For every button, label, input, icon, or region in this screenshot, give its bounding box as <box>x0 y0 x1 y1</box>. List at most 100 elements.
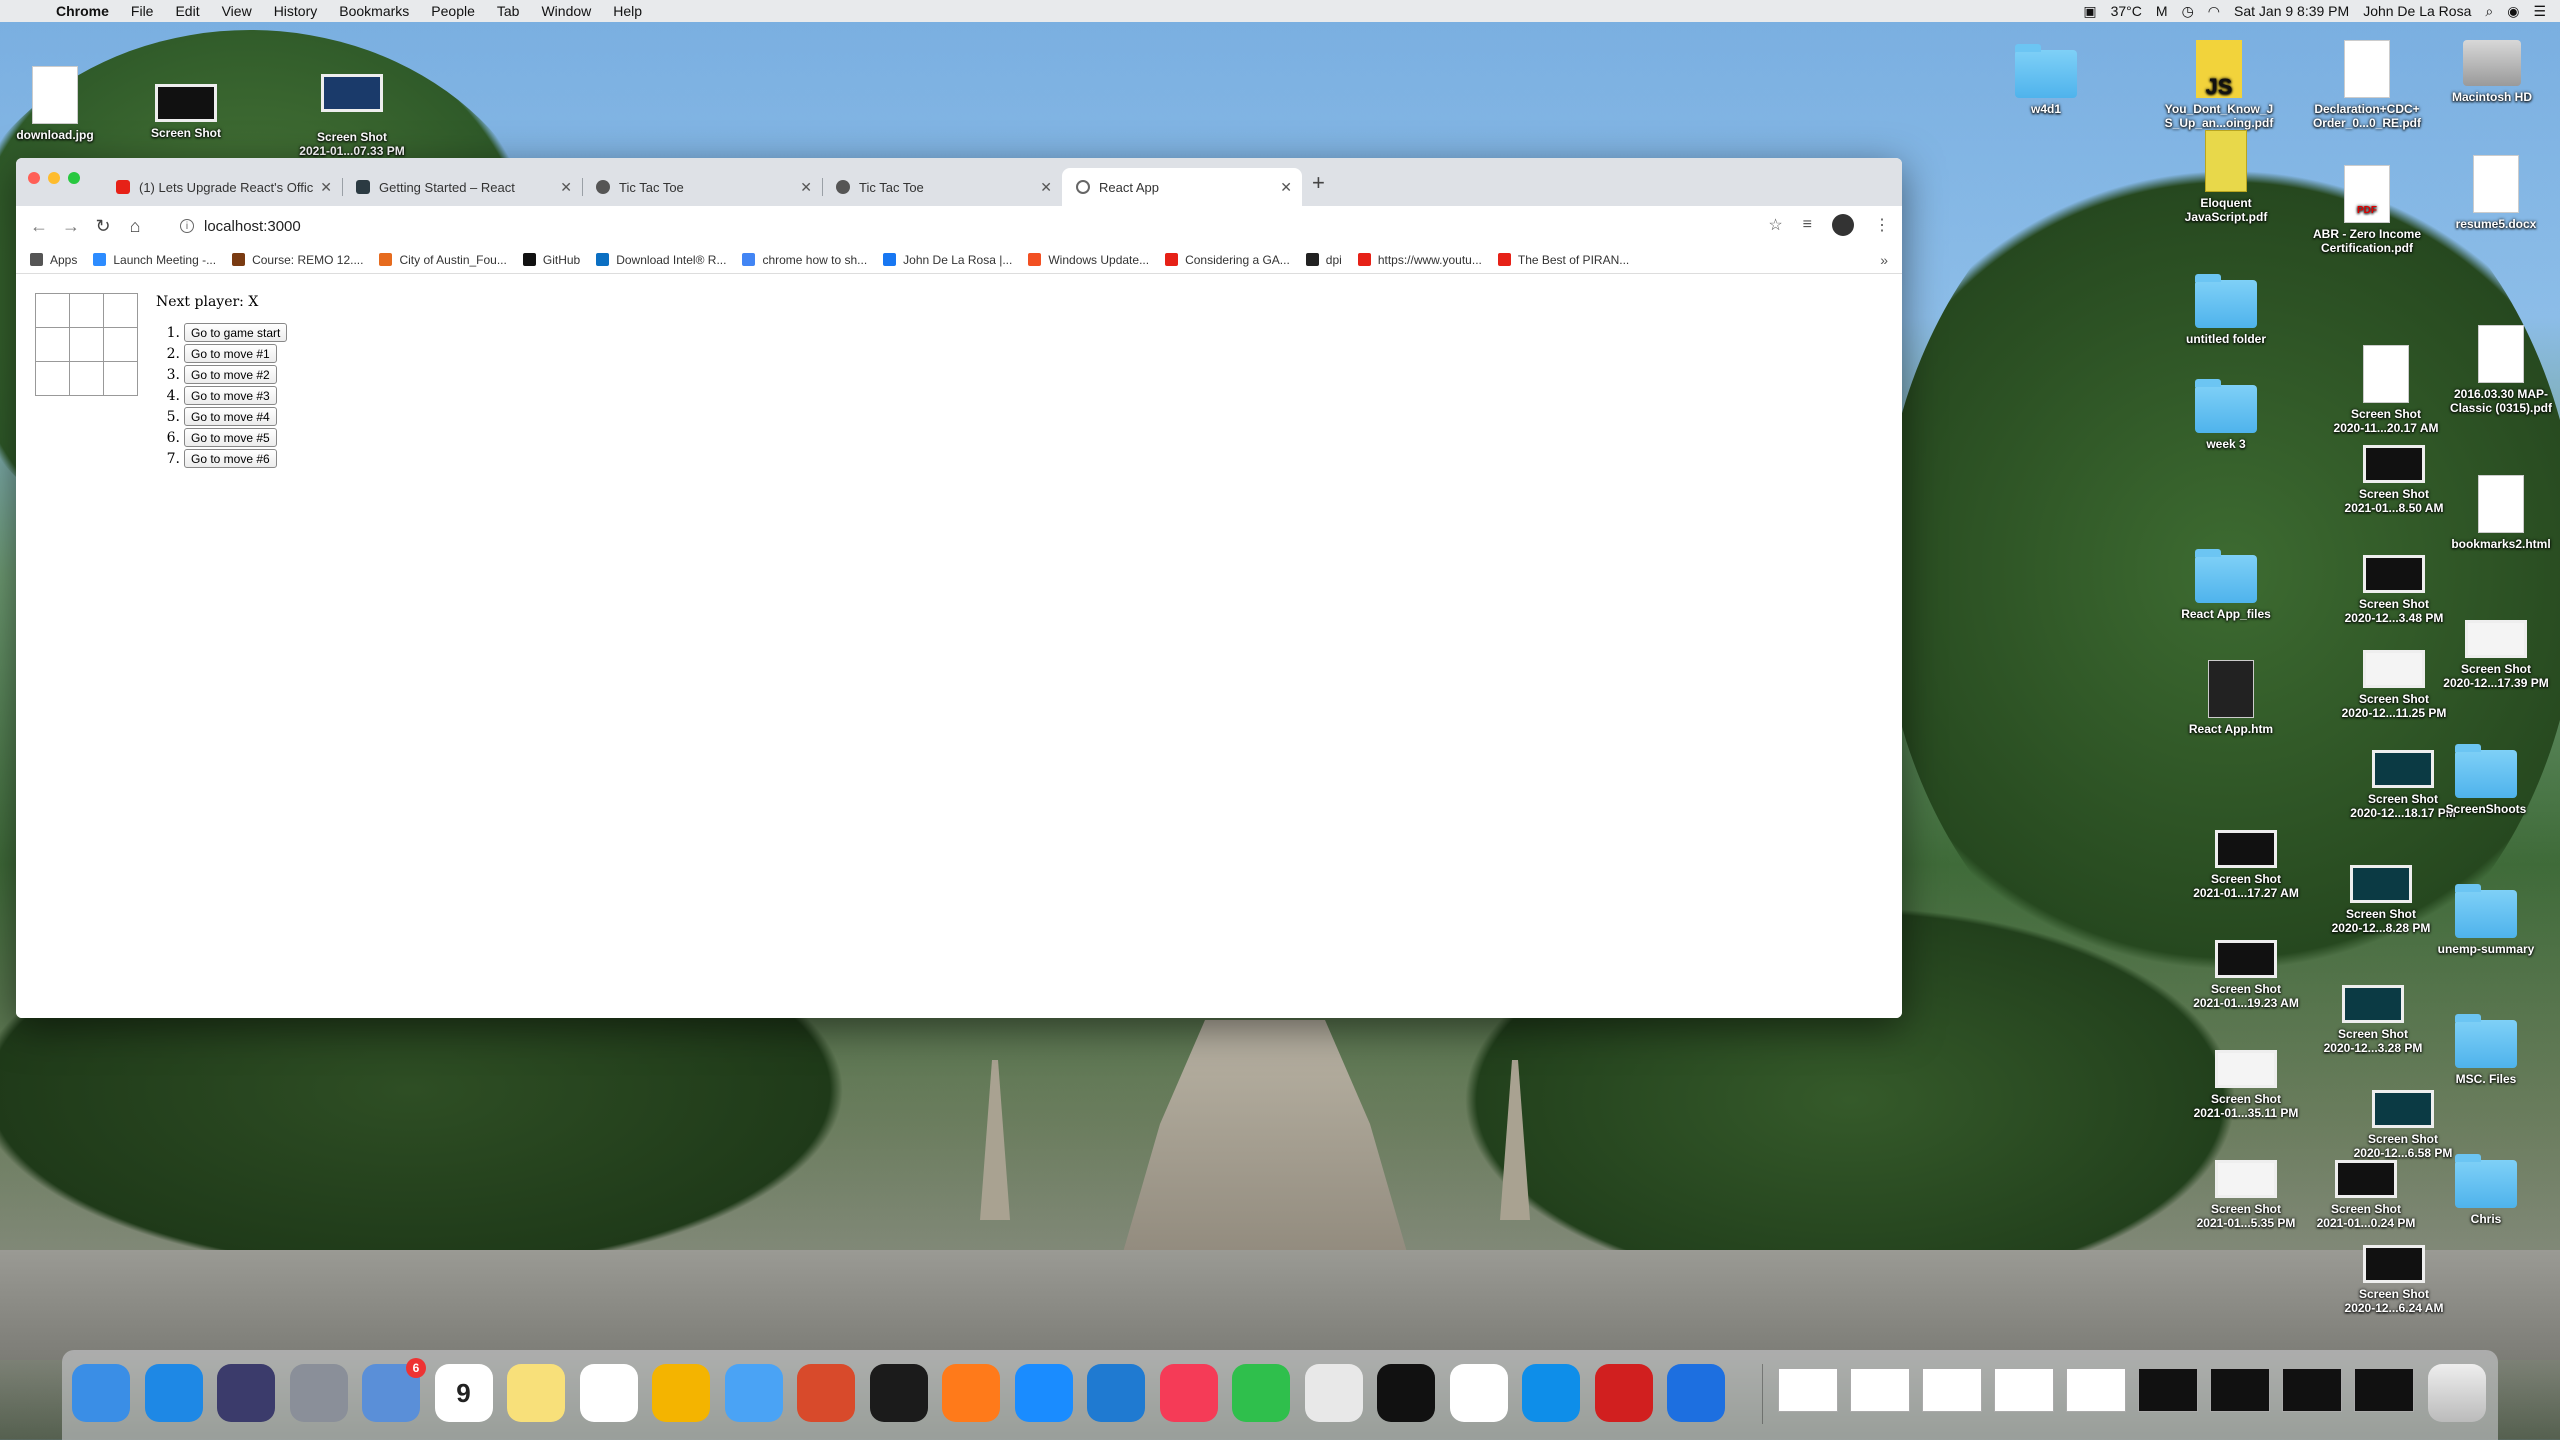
desktop-icon[interactable]: Screen Shot 2020-12...3.48 PM <box>2334 555 2454 625</box>
bookmark-item[interactable]: dpi <box>1305 253 1342 267</box>
bookmark-item[interactable]: Apps <box>30 253 77 267</box>
pycharm-icon[interactable] <box>1377 1364 1435 1422</box>
desktop-icon[interactable]: Screen Shot 2020-12...6.58 PM <box>2343 1090 2463 1160</box>
desktop-icon[interactable]: Macintosh HD <box>2432 40 2552 104</box>
bookmark-item[interactable]: Windows Update... <box>1028 253 1149 267</box>
launchpad-icon[interactable] <box>289 1364 348 1422</box>
minimized-window-thumbnail[interactable] <box>2138 1368 2198 1412</box>
notes-icon[interactable] <box>507 1364 565 1422</box>
home-button[interactable]: ⌂ <box>126 216 144 237</box>
menu-app-name[interactable]: Chrome <box>56 3 109 19</box>
desktop-icon[interactable]: MSC. Files <box>2426 1014 2546 1086</box>
go-to-move-button[interactable]: Go to move #3 <box>184 386 277 405</box>
minimized-window-thumbnail[interactable] <box>2066 1368 2126 1412</box>
bookmark-item[interactable]: https://www.youtu... <box>1357 253 1482 267</box>
desktop-icon[interactable]: resume5.docx <box>2436 155 2556 231</box>
minimized-window-thumbnail[interactable] <box>2210 1368 2270 1412</box>
desktop-icon[interactable]: JS You_Dont_Know_J S_Up_an...oing.pdf <box>2159 40 2279 130</box>
menu-tab[interactable]: Tab <box>497 3 520 19</box>
malwarebytes-icon[interactable]: M <box>2156 3 2168 19</box>
desktop-icon[interactable]: React App.htm <box>2171 660 2291 736</box>
mail-icon[interactable]: 6 <box>362 1358 426 1422</box>
bookmark-item[interactable]: Launch Meeting -... <box>93 253 216 267</box>
teamviewer-icon[interactable] <box>1522 1364 1580 1422</box>
bookmarks-overflow-icon[interactable]: » <box>1880 252 1888 268</box>
address-text[interactable]: localhost:3000 <box>204 218 301 235</box>
close-tab-icon[interactable]: ✕ <box>800 179 812 196</box>
chrome-icon[interactable] <box>1304 1364 1363 1422</box>
desktop-icon[interactable]: 2016.03.30 MAP- Classic (0315).pdf <box>2441 325 2560 415</box>
menu-clock[interactable]: Sat Jan 9 8:39 PM <box>2234 3 2349 19</box>
go-to-move-button[interactable]: Go to move #1 <box>184 344 277 363</box>
go-to-game-start-button[interactable]: Go to game start <box>184 323 288 342</box>
acrobat-icon[interactable] <box>1594 1364 1653 1422</box>
desktop-icon-download-jpg[interactable]: download.jpg <box>0 66 115 142</box>
photos-icon[interactable] <box>652 1364 710 1422</box>
spotlight-icon[interactable]: ⌕ <box>2485 3 2493 20</box>
desktop-icon[interactable]: week 3 <box>2166 379 2286 451</box>
bookmark-item[interactable]: City of Austin_Fou... <box>379 253 507 267</box>
minimize-window-button[interactable] <box>48 172 60 184</box>
remote-desktop-icon[interactable] <box>797 1364 855 1422</box>
forward-button[interactable]: → <box>62 216 80 237</box>
site-info-icon[interactable]: i <box>180 219 194 233</box>
desktop-icon[interactable]: bookmarks2.html <box>2441 475 2560 551</box>
profile-avatar[interactable] <box>1832 214 1854 236</box>
safari-icon[interactable] <box>144 1364 203 1422</box>
control-center-icon[interactable]: ☰ <box>2533 3 2546 20</box>
close-tab-icon[interactable]: ✕ <box>1040 179 1052 196</box>
menu-window[interactable]: Window <box>541 3 591 19</box>
close-tab-icon[interactable]: ✕ <box>1280 179 1292 196</box>
music-icon[interactable] <box>1159 1364 1218 1422</box>
desktop-icon[interactable]: Screen Shot 2020-12...17.39 PM <box>2436 620 2556 690</box>
tab-tic-tac-toe-1[interactable]: Tic Tac Toe ✕ <box>582 168 822 206</box>
wifi-icon[interactable]: ◠ <box>2208 3 2220 20</box>
close-tab-icon[interactable]: ✕ <box>320 179 332 196</box>
screen-share-icon[interactable]: ▣ <box>2083 3 2096 20</box>
terminal-icon[interactable] <box>869 1364 928 1422</box>
desktop-icon[interactable]: w4d1 <box>1986 44 2106 116</box>
temperature-readout[interactable]: 37°C <box>2111 3 2142 19</box>
reload-button[interactable]: ↻ <box>94 216 112 237</box>
menu-history[interactable]: History <box>274 3 318 19</box>
desktop-icon[interactable]: Screen Shot 2021-01...17.27 AM <box>2186 830 2306 900</box>
tab-youtube[interactable]: (1) Lets Upgrade React's Offic ✕ <box>102 168 342 206</box>
board-square[interactable] <box>103 327 138 362</box>
menu-bookmarks[interactable]: Bookmarks <box>339 3 409 19</box>
menu-view[interactable]: View <box>222 3 252 19</box>
menu-help[interactable]: Help <box>613 3 642 19</box>
desktop-icon[interactable]: unemp-summary <box>2426 884 2546 956</box>
desktop-icon[interactable]: Eloquent JavaScript.pdf <box>2166 130 2286 224</box>
board-square[interactable] <box>35 327 70 362</box>
bookmark-item[interactable]: Course: REMO 12.... <box>232 253 363 267</box>
reminders-icon[interactable] <box>579 1364 638 1422</box>
minimized-window-thumbnail[interactable] <box>2354 1368 2414 1412</box>
desktop-icon[interactable]: Screen Shot 2021-01...8.50 AM <box>2334 445 2454 515</box>
desktop-icon[interactable]: Screen Shot 2021-01...5.35 PM <box>2186 1160 2306 1230</box>
siri-menu-icon[interactable]: ◉ <box>2507 3 2519 20</box>
bookmark-item[interactable]: The Best of PIRAN... <box>1497 253 1629 267</box>
bookmark-star-icon[interactable]: ☆ <box>1768 215 1782 235</box>
board-square[interactable] <box>103 293 138 328</box>
go-to-move-button[interactable]: Go to move #6 <box>184 449 277 468</box>
minimized-window-thumbnail[interactable] <box>1850 1368 1910 1412</box>
facetime-icon[interactable] <box>1232 1364 1290 1422</box>
finder-icon[interactable] <box>72 1364 130 1422</box>
vscode-icon[interactable] <box>1087 1364 1145 1422</box>
new-tab-button[interactable]: + <box>1312 170 1325 196</box>
airline-icon[interactable] <box>1667 1364 1725 1422</box>
bookmark-item[interactable]: John De La Rosa |... <box>883 253 1012 267</box>
minimized-window-thumbnail[interactable] <box>1994 1368 2054 1412</box>
desktop-icon[interactable]: PDF ABR - Zero Income Certification.pdf <box>2307 165 2427 255</box>
back-button[interactable]: ← <box>30 216 48 237</box>
menu-user[interactable]: John De La Rosa <box>2363 3 2471 19</box>
go-to-move-button[interactable]: Go to move #5 <box>184 428 277 447</box>
desktop-icon-screenshot[interactable]: Screen Shot <box>126 84 246 140</box>
calendar-icon[interactable]: 9 <box>434 1364 493 1422</box>
bookmark-item[interactable]: Considering a GA... <box>1165 253 1290 267</box>
bookmark-item[interactable]: chrome how to sh... <box>742 253 867 267</box>
desktop-icon[interactable]: Declaration+CDC+ Order_0...0_RE.pdf <box>2307 40 2427 130</box>
board-square[interactable] <box>69 327 104 362</box>
go-to-move-button[interactable]: Go to move #2 <box>184 365 277 384</box>
zoom-window-button[interactable] <box>68 172 80 184</box>
